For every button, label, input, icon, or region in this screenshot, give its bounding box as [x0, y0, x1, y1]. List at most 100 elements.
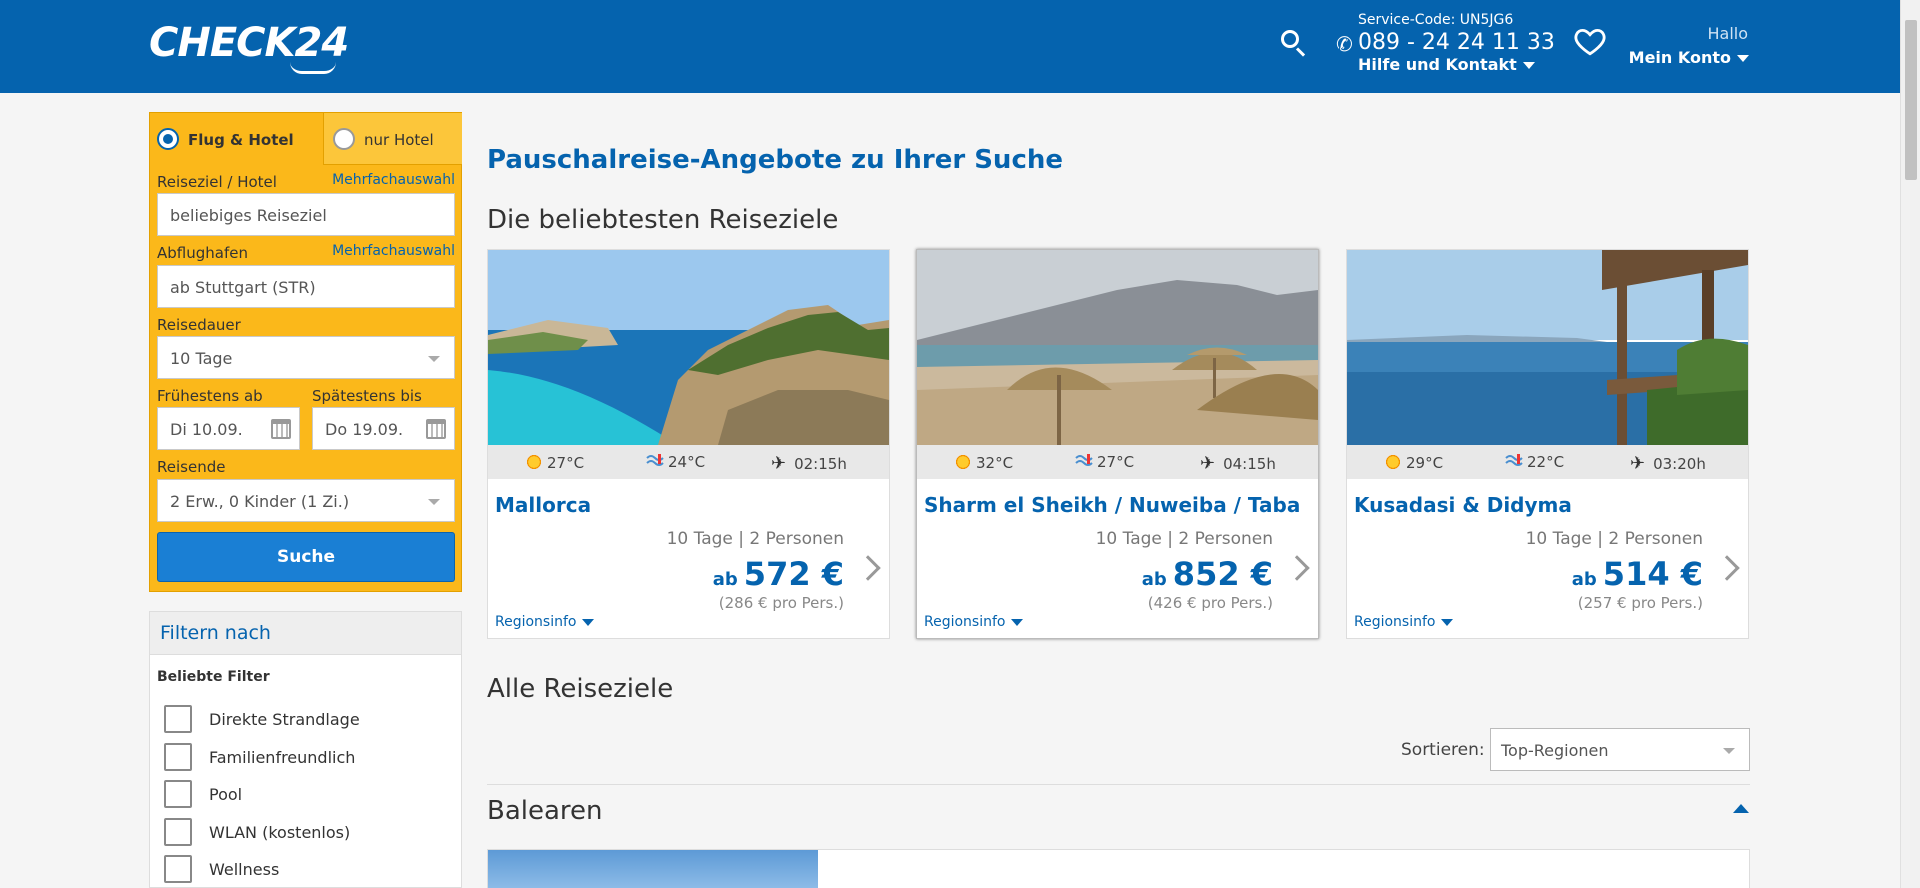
air-temp-value: 32°C: [976, 454, 1014, 472]
account-dropdown[interactable]: Mein Konto: [1629, 48, 1749, 67]
tab-hotel-only[interactable]: nur Hotel: [323, 113, 462, 165]
region-image[interactable]: [488, 850, 818, 888]
collapse-chevron-up-icon[interactable]: [1733, 804, 1749, 813]
airport-input[interactable]: ab Stuttgart (STR): [157, 265, 455, 308]
page-scrollbar[interactable]: [1900, 0, 1920, 888]
weather-bar: 29°C 22°C ✈ 03:20h: [1347, 445, 1748, 479]
site-header: CHECK24 Service-Code: UN5JG6 ✆ 089 - 24 …: [0, 0, 1900, 93]
air-temp-value: 27°C: [547, 454, 585, 472]
calendar-icon[interactable]: [271, 419, 291, 439]
price[interactable]: ab 852 €: [1142, 555, 1273, 593]
region-info-link[interactable]: Regionsinfo: [1354, 614, 1454, 630]
latest-date-input[interactable]: Do 19.09.: [312, 407, 455, 450]
destination-image[interactable]: [1347, 250, 1748, 445]
filter-option[interactable]: Pool: [164, 780, 454, 810]
latest-date-label: Spätestens bis: [312, 387, 422, 405]
account-label: Mein Konto: [1628, 48, 1731, 67]
destination-name[interactable]: Mallorca: [495, 493, 591, 517]
duration-value: 10 Tage: [170, 349, 233, 368]
region-info-link[interactable]: Regionsinfo: [924, 614, 1024, 630]
destination-multiselect-link[interactable]: Mehrfachauswahl: [332, 172, 455, 188]
destination-card[interactable]: 27°C 24°C ✈ 02:15h Mallorca 10 Tage | 2 P…: [487, 249, 890, 639]
duration-label: Reisedauer: [157, 316, 241, 334]
chevron-right-icon[interactable]: [1714, 555, 1740, 581]
flight-duration: ✈ 03:20h: [1630, 453, 1706, 474]
chevron-right-icon[interactable]: [1284, 555, 1310, 581]
destination-name[interactable]: Sharm el Sheikh / Nuweiba / Taba: [924, 493, 1300, 517]
chevron-down-icon: [1522, 62, 1535, 69]
filter-checkbox[interactable]: [164, 780, 192, 808]
filter-option[interactable]: Familienfreundlich: [164, 743, 454, 773]
water-temp-value: 22°C: [1527, 453, 1565, 471]
trip-duration: 10 Tage | 2 Personen: [666, 529, 844, 549]
scrollbar-thumb[interactable]: [1905, 20, 1917, 180]
earliest-date-label: Frühestens ab: [157, 387, 263, 405]
region-info-link[interactable]: Regionsinfo: [495, 614, 595, 630]
destination-card[interactable]: 32°C 27°C ✈ 04:15h Sharm el Sheikh / Nuwe…: [916, 249, 1319, 639]
phone-number[interactable]: 089 - 24 24 11 33: [1358, 30, 1555, 55]
region-section-heading[interactable]: Balearen: [487, 796, 603, 826]
section-divider: [487, 784, 1750, 785]
heart-icon[interactable]: [1573, 24, 1607, 58]
trip-duration: 10 Tage | 2 Personen: [1095, 529, 1273, 549]
search-button[interactable]: Suche: [157, 532, 455, 582]
filter-checkbox[interactable]: [164, 855, 192, 883]
water-temperature: 22°C: [1505, 453, 1564, 471]
chevron-right-icon[interactable]: [855, 555, 881, 581]
price-value: 572 €: [743, 555, 844, 593]
filter-label: WLAN (kostenlos): [209, 823, 351, 842]
destination-card[interactable]: 29°C 22°C ✈ 03:20h Kusadasi & Didyma 10 T…: [1346, 249, 1749, 639]
filter-checkbox[interactable]: [164, 705, 192, 733]
flight-duration: ✈ 02:15h: [771, 453, 847, 474]
water-temperature-icon: [1075, 454, 1093, 466]
sort-value: Top-Regionen: [1501, 741, 1609, 760]
chevron-down-icon: [1723, 748, 1735, 754]
flight-time-value: 02:15h: [794, 455, 847, 473]
filter-checkbox[interactable]: [164, 818, 192, 846]
sort-select[interactable]: Top-Regionen: [1490, 728, 1750, 771]
flight-time-value: 03:20h: [1653, 455, 1706, 473]
tab-hotel-only-label: nur Hotel: [364, 131, 434, 149]
earliest-date-input[interactable]: Di 10.09.: [157, 407, 300, 450]
price-value: 514 €: [1602, 555, 1703, 593]
airport-label: Abflughafen: [157, 244, 248, 262]
filter-title: Filtern nach: [150, 612, 461, 655]
help-contact-dropdown[interactable]: Hilfe und Kontakt: [1358, 55, 1535, 74]
price-prefix: ab: [712, 569, 738, 590]
chevron-down-icon: [582, 618, 595, 626]
logo-smile-icon: [290, 62, 336, 74]
destination-image[interactable]: [488, 250, 889, 445]
region-card[interactable]: [487, 849, 1750, 888]
weather-bar: 32°C 27°C ✈ 04:15h: [917, 445, 1318, 479]
sun-icon: [525, 453, 543, 471]
tab-flight-hotel[interactable]: Flug & Hotel: [150, 113, 323, 165]
check24-logo[interactable]: CHECK24: [149, 20, 349, 66]
water-temperature: 24°C: [646, 453, 705, 471]
destination-input[interactable]: beliebiges Reiseziel: [157, 193, 455, 236]
airport-multiselect-link[interactable]: Mehrfachauswahl: [332, 243, 455, 259]
sort-label: Sortieren:: [1401, 740, 1485, 760]
radio-hotel-only[interactable]: [333, 128, 355, 150]
phone-icon: ✆: [1336, 32, 1353, 56]
price[interactable]: ab 514 €: [1572, 555, 1703, 593]
filter-option[interactable]: Direkte Strandlage: [164, 705, 454, 735]
search-icon[interactable]: [1279, 28, 1309, 58]
radio-flight-hotel[interactable]: [157, 128, 179, 150]
region-info-label: Regionsinfo: [495, 614, 577, 630]
calendar-icon[interactable]: [426, 419, 446, 439]
duration-select[interactable]: 10 Tage: [157, 336, 455, 379]
trip-duration: 10 Tage | 2 Personen: [1525, 529, 1703, 549]
destination-image[interactable]: [917, 250, 1318, 445]
filter-option[interactable]: WLAN (kostenlos): [164, 818, 454, 848]
popular-filters-heading: Beliebte Filter: [157, 669, 270, 685]
travellers-label: Reisende: [157, 458, 226, 476]
filter-option[interactable]: Wellness: [164, 855, 454, 885]
price-per-person: (257 € pro Pers.): [1577, 594, 1703, 612]
price[interactable]: ab 572 €: [713, 555, 844, 593]
filter-checkbox[interactable]: [164, 743, 192, 771]
page-title: Pauschalreise-Angebote zu Ihrer Suche: [487, 145, 1063, 175]
plane-icon: ✈: [1630, 453, 1646, 474]
destination-name[interactable]: Kusadasi & Didyma: [1354, 493, 1572, 517]
filter-label: Familienfreundlich: [209, 748, 356, 767]
travellers-select[interactable]: 2 Erw., 0 Kinder (1 Zi.): [157, 479, 455, 522]
